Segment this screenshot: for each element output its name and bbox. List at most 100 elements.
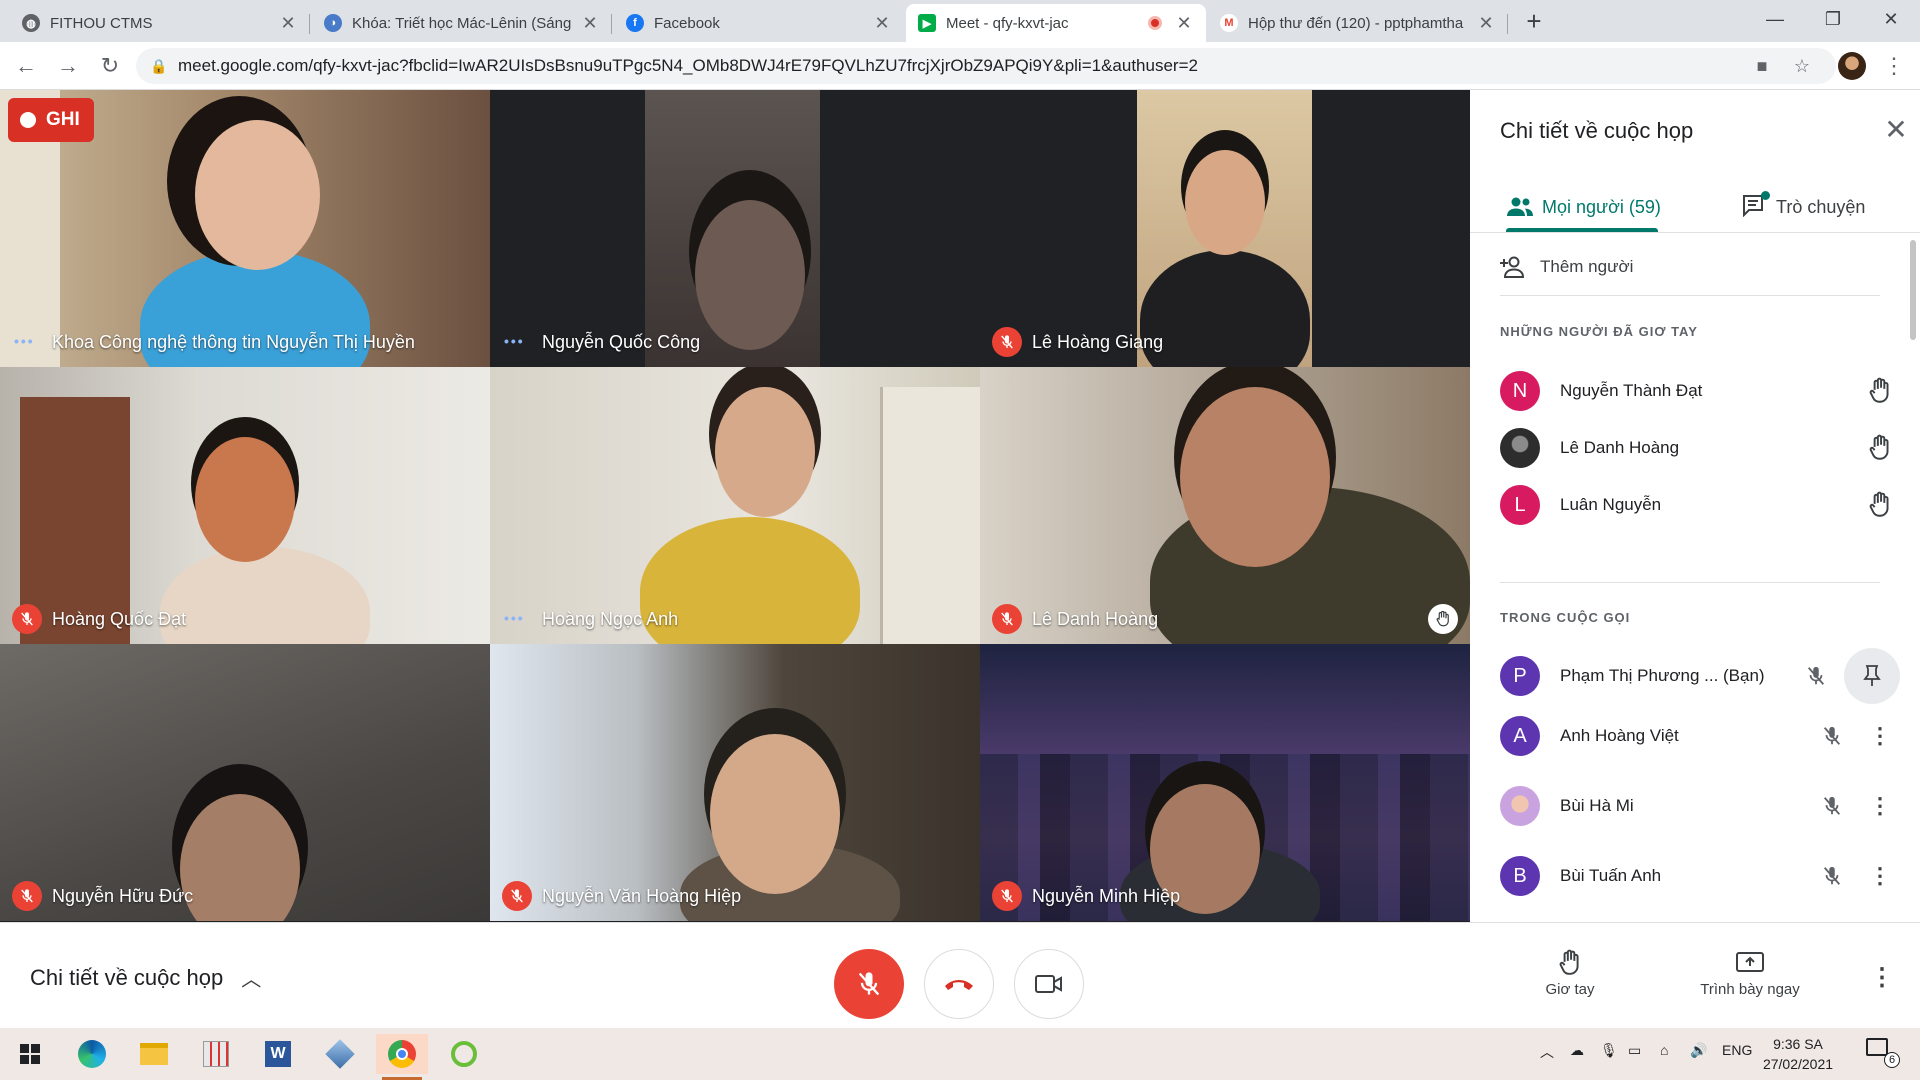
video-tile[interactable]: GHI ••• Khoa Công nghệ thông tin Nguyễn … — [0, 90, 490, 367]
close-icon[interactable]: ✕ — [1476, 13, 1496, 34]
tab-separator — [611, 14, 612, 34]
pin-button[interactable] — [1844, 648, 1900, 704]
more-options-icon[interactable]: ⋮ — [1860, 716, 1900, 756]
network-icon[interactable]: ⌂ — [1660, 1042, 1668, 1058]
video-tile[interactable]: ••• Hoàng Ngọc Anh — [490, 367, 980, 644]
browser-menu-icon[interactable]: ⋮ — [1880, 52, 1908, 80]
battery-icon[interactable]: ▭ — [1628, 1042, 1641, 1059]
video-tile[interactable]: Lê Hoàng Giang — [980, 90, 1470, 367]
close-icon[interactable]: ✕ — [872, 13, 892, 34]
new-tab-button[interactable]: + — [1518, 4, 1550, 38]
notifications-icon[interactable]: 6 — [1866, 1038, 1900, 1068]
video-tile[interactable]: Nguyễn Văn Hoàng Hiệp — [490, 644, 980, 921]
lower-hand-button[interactable] — [1860, 485, 1900, 525]
tab-meet[interactable]: ▶ Meet - qfy-kxvt-jac ✕ — [906, 4, 1206, 42]
system-clock[interactable]: 9:36 SA 27/02/2021 — [1754, 1034, 1842, 1074]
video-person-head — [1185, 150, 1265, 255]
tab-chat[interactable]: Trò chuyện — [1742, 186, 1865, 228]
app-green-icon[interactable] — [438, 1034, 490, 1074]
raise-hand-button[interactable]: Giơ tay — [1530, 945, 1610, 998]
avatar: N — [1500, 371, 1540, 411]
bookmark-star-icon[interactable]: ☆ — [1788, 52, 1816, 80]
participant-name: Lê Hoàng Giang — [1032, 332, 1164, 352]
volume-icon[interactable]: 🔊 — [1690, 1042, 1707, 1059]
video-tile[interactable]: Lê Danh Hoàng — [980, 367, 1470, 644]
toggle-camera-button[interactable] — [1014, 949, 1084, 1019]
mic-off-icon — [502, 881, 532, 911]
raised-hand-row[interactable]: L Luân Nguyễn — [1500, 477, 1900, 533]
raise-hand-label: Giơ tay — [1545, 981, 1595, 998]
video-grid: GHI ••• Khoa Công nghệ thông tin Nguyễn … — [0, 90, 1470, 922]
raised-hands-header: NHỮNG NGƯỜI ĐÃ GIƠ TAY — [1500, 324, 1698, 339]
tab-facebook[interactable]: f Facebook ✕ — [614, 4, 904, 42]
lower-hand-button[interactable] — [1860, 428, 1900, 468]
tab-title: Khóa: Triết học Mác-Lênin (Sáng — [352, 14, 572, 32]
raised-hand-row[interactable]: N Nguyễn Thành Đạt — [1500, 363, 1900, 419]
maximize-button[interactable]: ❐ — [1804, 0, 1862, 38]
minimize-button[interactable]: — — [1746, 0, 1804, 38]
tab-moodle[interactable]: ◑ Khóa: Triết học Mác-Lênin (Sáng ✕ — [312, 4, 612, 42]
microphone-tray-icon[interactable]: 🎙 — [1600, 1042, 1618, 1059]
add-people-button[interactable]: Thêm người — [1500, 250, 1633, 284]
toggle-microphone-button[interactable] — [834, 949, 904, 1019]
mic-off-icon — [12, 604, 42, 634]
close-icon[interactable]: ✕ — [1174, 13, 1194, 34]
panel-scrollbar[interactable] — [1910, 240, 1916, 340]
speaking-indicator-icon: ••• — [504, 610, 525, 626]
participant-name: Bùi Hà Mi — [1560, 796, 1634, 815]
participant-name: Nguyễn Thành Đạt — [1560, 381, 1703, 400]
video-tile[interactable]: Nguyễn Minh Hiệp — [980, 644, 1470, 921]
edge-browser-icon[interactable] — [66, 1034, 118, 1074]
input-language[interactable]: ENG — [1722, 1042, 1752, 1058]
close-window-button[interactable]: ✕ — [1862, 0, 1920, 38]
present-now-button[interactable]: Trình bày ngay — [1685, 945, 1815, 998]
tab-gmail[interactable]: M Hộp thư đến (120) - pptphamtha ✕ — [1208, 4, 1508, 42]
url-field[interactable]: 🔒 meet.google.com/qfy-kxvt-jac?fbclid=Iw… — [136, 48, 1836, 84]
back-button[interactable]: ← — [10, 50, 42, 82]
tab-fithou[interactable]: ◍ FITHOU CTMS ✕ — [10, 4, 310, 42]
tab-people-label: Mọi người (59) — [1542, 196, 1661, 217]
video-tile[interactable]: ••• Nguyễn Quốc Công — [490, 90, 980, 367]
meeting-details-button[interactable]: Chi tiết về cuộc họp ︿ — [30, 963, 261, 992]
mic-off-icon — [992, 604, 1022, 634]
profile-avatar[interactable] — [1838, 52, 1866, 80]
forward-button[interactable]: → — [52, 50, 84, 82]
more-options-icon[interactable]: ⋮ — [1860, 786, 1900, 826]
mic-off-icon — [1812, 786, 1852, 826]
avatar: B — [1500, 856, 1540, 896]
file-explorer-icon[interactable] — [128, 1034, 180, 1074]
chrome-icon[interactable] — [376, 1034, 428, 1080]
video-person-head — [180, 794, 300, 921]
participant-name: Khoa Công nghệ thông tin Nguyễn Thị Huyề… — [52, 332, 415, 352]
close-panel-button[interactable]: ✕ — [1880, 114, 1912, 146]
office-app-icon[interactable] — [190, 1034, 242, 1074]
participant-row[interactable]: B Bùi Tuấn Anh ⋮ — [1500, 848, 1900, 904]
tab-people[interactable]: Mọi người (59) — [1506, 186, 1661, 228]
participant-name: Luân Nguyễn — [1560, 495, 1662, 514]
camera-permission-icon[interactable]: ■ — [1748, 52, 1776, 80]
leave-call-button[interactable] — [924, 949, 994, 1019]
more-options-icon[interactable]: ⋮ — [1868, 963, 1896, 999]
show-hidden-icons[interactable]: ︿ — [1540, 1042, 1554, 1062]
close-icon[interactable]: ✕ — [580, 13, 600, 34]
more-options-icon[interactable]: ⋮ — [1860, 856, 1900, 896]
speaking-indicator-icon: ••• — [504, 333, 525, 349]
participant-row[interactable]: A Anh Hoàng Việt ⋮ — [1500, 708, 1900, 764]
raised-hand-icon — [1869, 377, 1889, 403]
mic-off-icon — [992, 327, 1022, 357]
tab-title: Hộp thư đến (120) - pptphamtha — [1248, 14, 1464, 32]
virtualbox-icon[interactable] — [314, 1034, 366, 1074]
close-icon[interactable]: ✕ — [278, 13, 298, 34]
reload-button[interactable]: ↻ — [94, 50, 126, 82]
tab-separator — [1507, 14, 1508, 34]
lower-hand-button[interactable] — [1860, 371, 1900, 411]
video-tile[interactable]: Nguyễn Hữu Đức — [0, 644, 490, 921]
present-screen-icon — [1736, 952, 1764, 972]
raised-hand-row[interactable]: Lê Danh Hoàng — [1500, 420, 1900, 476]
word-icon[interactable]: W — [252, 1034, 304, 1074]
participant-row[interactable]: Bùi Hà Mi ⋮ — [1500, 778, 1900, 834]
video-tile[interactable]: Hoàng Quốc Đạt — [0, 367, 490, 644]
windows-start-icon[interactable] — [4, 1034, 56, 1074]
cloud-icon[interactable]: ☁ — [1570, 1042, 1584, 1059]
participant-row[interactable]: P Phạm Thị Phương ... (Bạn) — [1500, 648, 1900, 704]
